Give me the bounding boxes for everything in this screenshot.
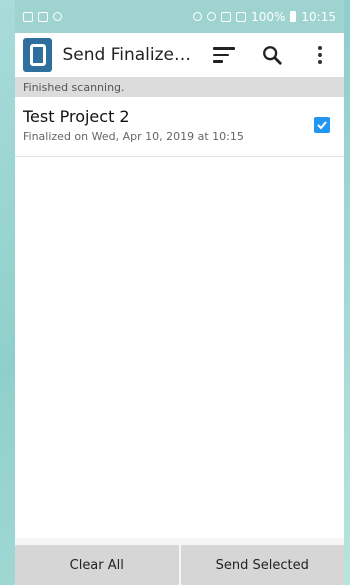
list-item[interactable]: Test Project 2 Finalized on Wed, Apr 10,… — [15, 97, 344, 157]
project-finalized-date: Finalized on Wed, Apr 10, 2019 at 10:15 — [23, 130, 244, 143]
search-icon — [263, 46, 282, 65]
battery-icon — [290, 11, 297, 22]
more-vert-icon — [318, 46, 322, 64]
project-list: Test Project 2 Finalized on Wed, Apr 10,… — [15, 97, 344, 538]
wifi-icon — [221, 11, 232, 22]
status-time: 10:15 — [301, 9, 336, 24]
search-button[interactable] — [248, 33, 296, 77]
phone-screen: 100% 10:15 Send Finalized F... Finished … — [15, 0, 344, 585]
clear-all-button[interactable]: Clear All — [15, 545, 179, 585]
gallery-notification-icon — [23, 11, 33, 22]
check-icon — [317, 121, 327, 130]
more-options-button[interactable] — [296, 33, 344, 77]
app-logo-glyph — [29, 44, 46, 66]
app-logo-icon — [23, 38, 53, 72]
status-left-icons — [23, 11, 62, 22]
scan-status-banner: Finished scanning. — [15, 77, 344, 97]
sort-button[interactable] — [200, 33, 248, 77]
list-notification-icon — [38, 11, 48, 22]
project-title: Test Project 2 — [23, 107, 130, 126]
signal-icon — [236, 11, 247, 22]
project-checkbox[interactable] — [314, 117, 330, 133]
app-bar: Send Finalized F... — [15, 33, 344, 77]
status-bar: 100% 10:15 — [15, 0, 344, 33]
send-selected-button[interactable]: Send Selected — [180, 545, 344, 585]
mute-icon — [193, 12, 203, 21]
status-right-icons: 100% 10:15 — [193, 10, 336, 24]
sort-icon — [213, 47, 235, 63]
whatsapp-notification-icon — [53, 12, 62, 21]
alarm-icon — [207, 12, 217, 21]
page-title: Send Finalized F... — [62, 45, 200, 65]
app-bar-actions — [200, 33, 344, 77]
footer-actions: Clear All Send Selected — [15, 545, 344, 585]
battery-percent: 100% — [251, 9, 286, 24]
